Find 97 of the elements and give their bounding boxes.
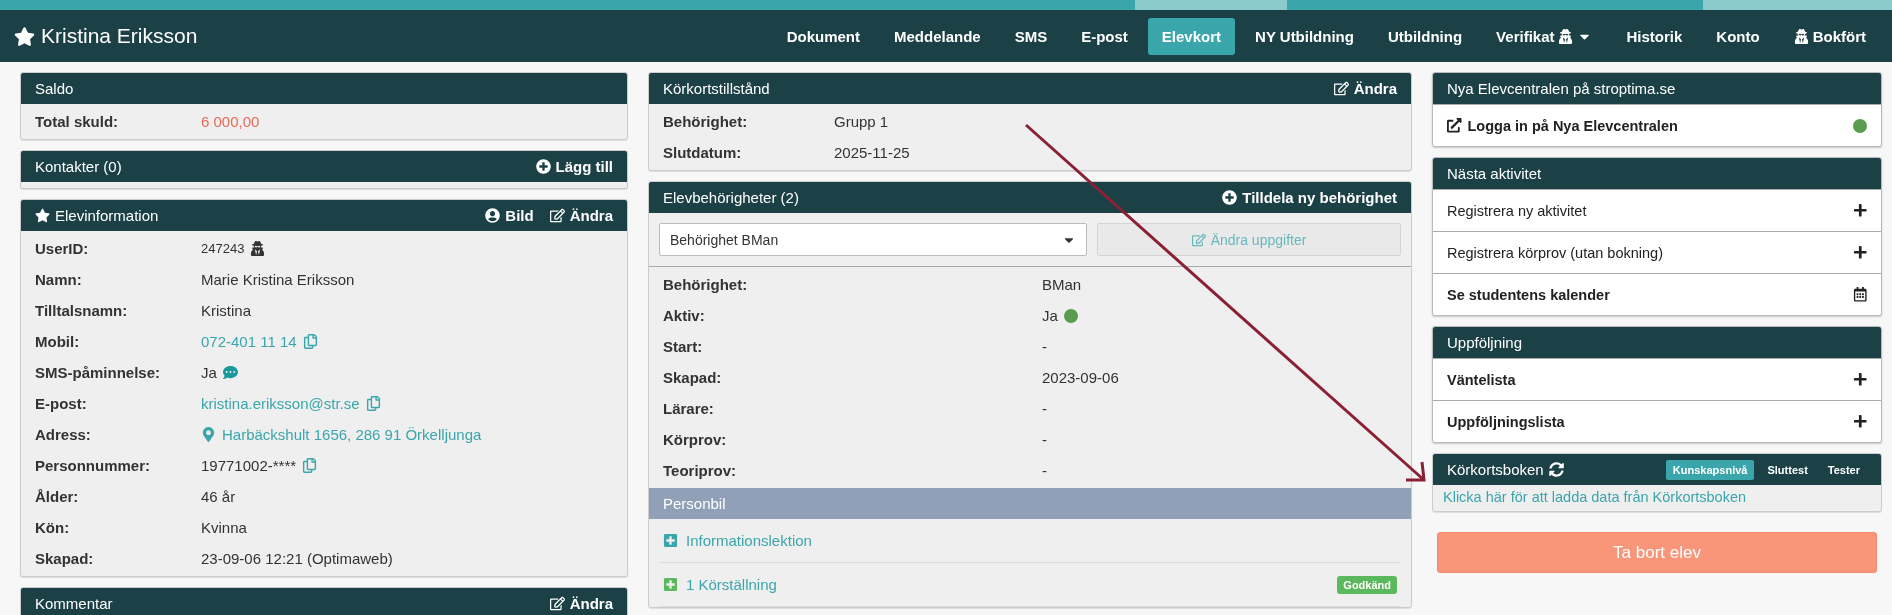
- nav-tab[interactable]: Meddelande: [880, 17, 995, 55]
- field-label: Adress:: [35, 426, 92, 443]
- panel-title: Uppföljning: [1447, 334, 1523, 351]
- value-text: -: [1042, 462, 1047, 479]
- field-label: Skapad:: [663, 369, 723, 386]
- list-item[interactable]: Registrera körprov (utan bokning): [1433, 231, 1881, 273]
- panel-title: Kommentar: [35, 595, 113, 612]
- panel-title: Saldo: [35, 80, 74, 97]
- value-text: Grupp 1: [834, 113, 889, 130]
- panel-title: Elevbehörigheter (2): [663, 189, 799, 206]
- tab[interactable]: Tester: [1820, 459, 1867, 480]
- status-badge: Godkänd: [1337, 575, 1397, 594]
- list-item[interactable]: Väntelista: [1433, 358, 1881, 400]
- field-label: Tilltalsnamn:: [35, 302, 129, 319]
- value-text: -: [1042, 431, 1047, 448]
- copy-icon[interactable]: [302, 458, 318, 473]
- list-item[interactable]: Logga in på Nya Elevcentralen: [1433, 104, 1881, 146]
- panel-title: Kontakter (0): [35, 158, 122, 175]
- nav-tab[interactable]: Dokument: [772, 17, 874, 55]
- edit-icon: [1191, 232, 1206, 247]
- nav-tab[interactable]: Utbildning: [1373, 17, 1477, 55]
- plus-icon: [1852, 245, 1867, 260]
- list-item[interactable]: Se studentens kalender: [1433, 273, 1881, 315]
- chat-icon: [222, 365, 238, 380]
- field-label: Slutdatum:: [663, 144, 743, 161]
- refresh-icon[interactable]: [1548, 462, 1564, 477]
- field-label: Behörighet:: [663, 276, 749, 293]
- header-link[interactable]: Ändra: [1333, 80, 1397, 97]
- section-title: Personbil: [663, 495, 726, 512]
- field-label: Namn:: [35, 271, 83, 288]
- field-label: Skapad:: [35, 550, 95, 567]
- value-text: 23-09-06 12:21 (Optimaweb): [201, 550, 393, 567]
- edit-icon: [549, 208, 565, 223]
- value-text: Kvinna: [201, 519, 247, 536]
- value-text: -: [1042, 400, 1047, 417]
- star-icon: [14, 25, 35, 47]
- panel-title: Körkortstillstånd: [663, 80, 770, 97]
- panel-title: Nya Elevcentralen på stroptima.se: [1447, 80, 1676, 97]
- nav-tab[interactable]: Bokfört: [1779, 17, 1880, 55]
- list-item[interactable]: Registrera ny aktivitet: [1433, 189, 1881, 231]
- list-item[interactable]: Uppföljningslista: [1433, 400, 1881, 442]
- header-link[interactable]: Tilldela ny behörighet: [1222, 189, 1397, 206]
- field-label: UserID:: [35, 240, 90, 257]
- field-label: SMS-påminnelse:: [35, 364, 162, 381]
- panel-title: Nästa aktivitet: [1447, 165, 1542, 182]
- value-text: -: [1042, 338, 1047, 355]
- value-text: Ja: [1042, 307, 1058, 324]
- plus-icon: [1852, 203, 1867, 218]
- plus-icon: [1852, 414, 1867, 429]
- field-label: Teoriprov:: [663, 462, 738, 479]
- value-text: 19771002-****: [201, 457, 297, 474]
- nav-tab[interactable]: Verifikat: [1482, 17, 1607, 55]
- tab[interactable]: Sluttest: [1760, 459, 1815, 480]
- value-text: Ja: [201, 364, 217, 381]
- map-pin-icon: [201, 427, 216, 442]
- value-text: Marie Kristina Eriksson: [201, 271, 355, 288]
- copy-icon[interactable]: [302, 334, 318, 349]
- header-link[interactable]: Ändra: [549, 207, 613, 224]
- nav-tab[interactable]: NY Utbildning: [1241, 17, 1368, 55]
- header-link[interactable]: Lägg till: [535, 158, 613, 175]
- field-label: Körprov:: [663, 431, 728, 448]
- value-text: 46 år: [201, 488, 236, 505]
- nav-tab[interactable]: E-post: [1067, 17, 1142, 55]
- field-label: Start:: [663, 338, 704, 355]
- field-label: Total skuld:: [35, 113, 120, 130]
- student-name: Kristina Eriksson: [41, 24, 198, 48]
- value-text: 247243: [201, 241, 245, 256]
- header-link[interactable]: Ändra: [549, 595, 613, 612]
- field-label: Mobil:: [35, 333, 81, 350]
- panel-title: Elevinformation: [55, 207, 159, 224]
- edit-icon: [1333, 81, 1349, 96]
- spy-icon: [250, 241, 266, 256]
- edit-icon: [549, 596, 565, 611]
- nav-tab[interactable]: SMS: [1000, 17, 1062, 55]
- expand-icon[interactable]: [663, 533, 678, 548]
- field-label: Kön:: [35, 519, 71, 536]
- expand-icon[interactable]: [663, 577, 678, 592]
- nav-tab[interactable]: Historik: [1612, 17, 1697, 55]
- value-text: 2023-09-06: [1042, 369, 1119, 386]
- field-label: Behörighet:: [663, 113, 749, 130]
- external-link-icon: [1447, 118, 1462, 133]
- plus-icon: [1852, 372, 1867, 387]
- nav-tab[interactable]: Konto: [1702, 17, 1774, 55]
- field-label: Ålder:: [35, 488, 80, 505]
- field-label: E-post:: [35, 395, 88, 412]
- panel-title: Körkortsboken: [1447, 461, 1544, 478]
- field-label: Lärare:: [663, 400, 715, 417]
- calendar-icon: [1852, 287, 1867, 302]
- value-text: BMan: [1042, 276, 1082, 293]
- value-text: Kristina: [201, 302, 252, 319]
- field-label: Aktiv:: [663, 307, 706, 324]
- field-label: Personnummer:: [35, 457, 152, 474]
- value-text: 6 000,00: [201, 113, 261, 130]
- value-text: 2025-11-25: [834, 144, 910, 161]
- header-link[interactable]: Bild: [485, 207, 534, 224]
- select-field[interactable]: Behörighet BMan: [659, 223, 1087, 256]
- copy-icon[interactable]: [365, 396, 381, 411]
